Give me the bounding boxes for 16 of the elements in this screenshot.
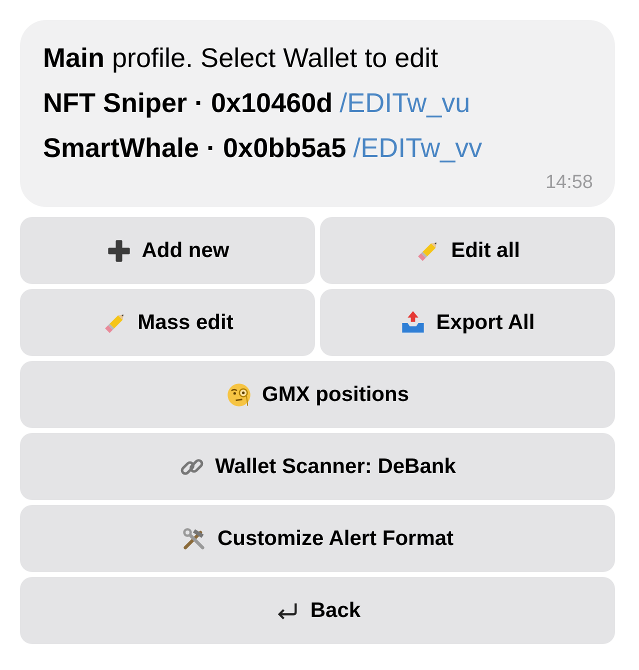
face-icon (226, 382, 252, 408)
wallet-label: SmartWhale · 0x0bb5a5 (43, 133, 346, 163)
keyboard-button[interactable]: Export All (320, 289, 615, 356)
wallet-label: NFT Sniper · 0x10460d (43, 88, 333, 118)
plus-icon (106, 238, 132, 264)
tools-icon (181, 526, 208, 552)
keyboard-button[interactable]: Mass edit (20, 289, 315, 356)
keyboard-button[interactable]: Back (20, 577, 615, 644)
message-text: Main profile. Select Wallet to edit (43, 42, 440, 75)
keyboard-button[interactable]: Edit all (320, 217, 615, 284)
keyboard-button[interactable]: GMX positions (20, 361, 615, 428)
keyboard-button[interactable]: Wallet Scanner: DeBank (20, 433, 615, 500)
keyboard-button[interactable]: Customize Alert Format (20, 505, 615, 572)
outbox-icon (400, 310, 426, 336)
keyboard-button[interactable]: Add new (20, 217, 315, 284)
message-time: 14:58 (544, 171, 593, 195)
